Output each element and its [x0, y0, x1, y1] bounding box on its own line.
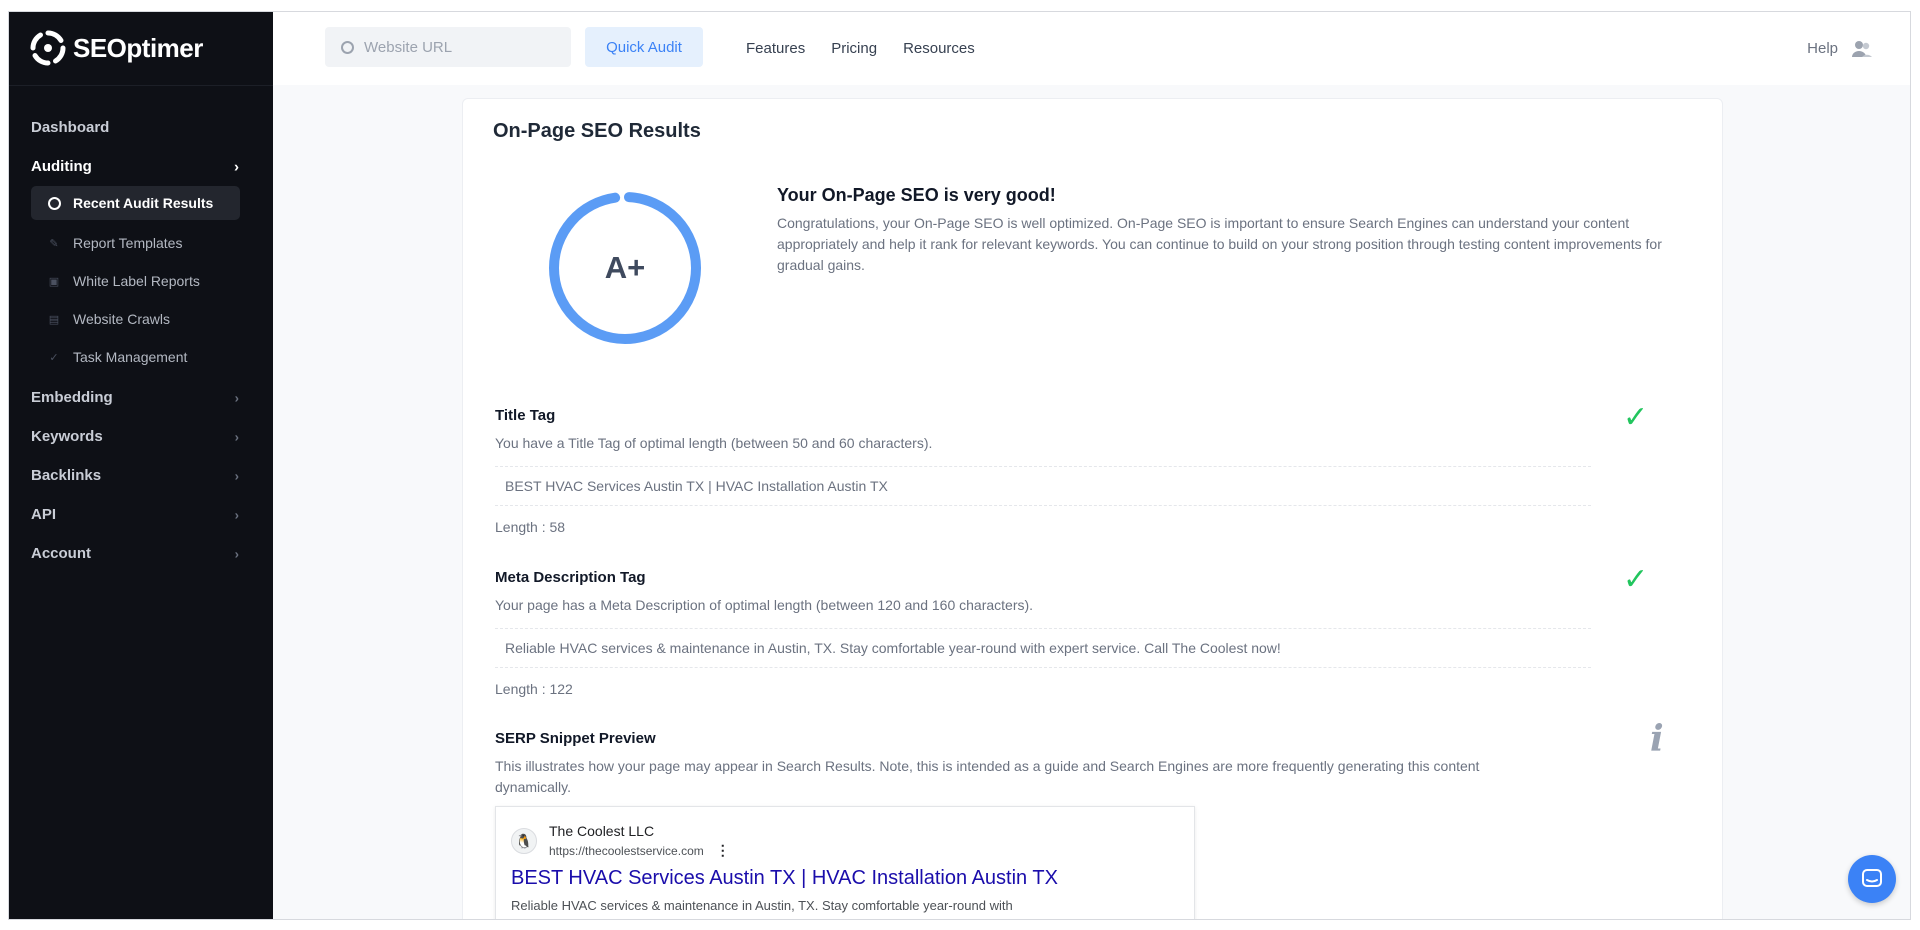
serp-site-name: The Coolest LLC [549, 823, 655, 839]
nav-link-features[interactable]: Features [746, 40, 805, 57]
chat-icon [1862, 869, 1882, 887]
check-icon: ✓ [49, 351, 59, 364]
serp-url: https://thecoolestservice.com [549, 843, 704, 858]
auditing-submenu: Recent Audit Results ✎ Report Templates … [9, 186, 273, 376]
sidebar-subitem-label: Task Management [73, 349, 188, 365]
serp-site-info: The Coolest LLC https://thecoolestservic… [549, 823, 730, 859]
brand-name: SEOptimer [73, 32, 203, 63]
chevron-right-icon: › [234, 468, 239, 483]
chevron-right-icon: › [234, 429, 239, 444]
chevron-right-icon: › [234, 390, 239, 405]
search-box [325, 27, 571, 67]
title-tag-section: Title Tag You have a Title Tag of optima… [495, 401, 1648, 535]
sidebar-item-account[interactable]: Account › [9, 534, 273, 573]
circle-icon [47, 196, 61, 210]
chevron-right-icon: › [234, 546, 239, 561]
top-bar: Quick Audit Features Pricing Resources H… [273, 12, 1910, 85]
sidebar-item-keywords[interactable]: Keywords › [9, 417, 273, 456]
serp-snippet: 🐧 The Coolest LLC https://thecoolestserv… [495, 806, 1195, 919]
serp-url-row: https://thecoolestservice.com ⋮ [549, 842, 730, 859]
meta-description-section: Meta Description Tag Your page has a Met… [495, 563, 1648, 697]
sidebar-item-label: Dashboard [31, 119, 110, 136]
sidebar-subitem-label: White Label Reports [73, 273, 200, 289]
sidebar-item-api[interactable]: API › [9, 495, 273, 534]
on-page-seo-card: On-Page SEO Results A+ Your On-Page SEO … [462, 98, 1723, 919]
sidebar: SEOptimer Dashboard Auditing › Recent Au… [9, 12, 273, 919]
sidebar-subitem-report-templates[interactable]: ✎ Report Templates [31, 224, 240, 262]
sidebar-item-label: Keywords [31, 428, 103, 445]
penguin-favicon-icon: 🐧 [511, 828, 537, 854]
nav-link-resources[interactable]: Resources [903, 40, 975, 57]
serp-title: BEST HVAC Services Austin TX | HVAC Inst… [511, 867, 1058, 889]
serp-preview-section: SERP Snippet Preview This illustrates ho… [495, 718, 1664, 798]
user-icon[interactable] [1852, 40, 1872, 58]
title-tag-value: BEST HVAC Services Austin TX | HVAC Inst… [495, 466, 1591, 506]
title-tag-length: Length : 58 [495, 519, 566, 535]
sidebar-nav: Dashboard Auditing › Recent Audit Result… [9, 108, 273, 573]
page-title: On-Page SEO Results [493, 120, 701, 142]
help-link[interactable]: Help [1807, 40, 1838, 57]
title-tag-description: You have a Title Tag of optimal length (… [495, 435, 933, 451]
sidebar-subitem-website-crawls[interactable]: ▤ Website Crawls [31, 300, 240, 338]
sidebar-subitem-white-label-reports[interactable]: ▣ White Label Reports [31, 262, 240, 300]
success-check-icon: ✓ [1623, 563, 1649, 596]
serp-header: 🐧 The Coolest LLC https://thecoolestserv… [511, 823, 1179, 859]
serp-preview-description: This illustrates how your page may appea… [495, 758, 1480, 795]
grade-value: A+ [604, 250, 646, 285]
search-doc-icon: ▤ [48, 313, 60, 326]
meta-description-value: Reliable HVAC services & maintenance in … [495, 628, 1591, 668]
sidebar-item-label: Account [31, 545, 91, 562]
pencil-icon: ✎ [49, 237, 59, 250]
logo[interactable]: SEOptimer [29, 26, 203, 70]
meta-description-length: Length : 122 [495, 681, 573, 697]
summary: Your On-Page SEO is very good! Congratul… [777, 185, 1697, 276]
meta-description-heading: Meta Description Tag [495, 569, 646, 586]
chat-button[interactable] [1848, 855, 1896, 903]
logo-icon [30, 30, 66, 66]
meta-description-description: Your page has a Meta Description of opti… [495, 597, 1034, 613]
sidebar-divider [9, 85, 273, 86]
sidebar-item-label: Backlinks [31, 467, 102, 484]
nav-link-pricing[interactable]: Pricing [831, 40, 877, 57]
search-icon [341, 40, 354, 54]
grade-ring: A+ [547, 190, 703, 346]
info-icon: i [1650, 718, 1664, 760]
summary-text: Congratulations, your On-Page SEO is wel… [777, 215, 1662, 273]
sidebar-item-backlinks[interactable]: Backlinks › [9, 456, 273, 495]
sidebar-item-label: Auditing [31, 158, 92, 175]
document-icon: ▣ [48, 275, 60, 288]
more-vert-icon: ⋮ [715, 842, 730, 858]
sidebar-item-auditing[interactable]: Auditing › [9, 147, 273, 186]
sidebar-subitem-label: Report Templates [73, 235, 183, 251]
chevron-right-icon: › [234, 507, 239, 522]
sidebar-subitem-label: Website Crawls [73, 311, 170, 327]
sidebar-subitem-task-management[interactable]: ✓ Task Management [31, 338, 240, 376]
serp-snippet-text: Reliable HVAC services & maintenance in … [511, 898, 1013, 913]
chevron-right-icon: › [234, 158, 239, 175]
sidebar-item-dashboard[interactable]: Dashboard [9, 108, 273, 147]
website-url-input[interactable] [364, 38, 554, 56]
success-check-icon: ✓ [1623, 401, 1649, 434]
sidebar-item-label: Embedding [31, 389, 113, 406]
sidebar-subitem-recent-audit-results[interactable]: Recent Audit Results [31, 186, 240, 220]
sidebar-item-embedding[interactable]: Embedding › [9, 378, 273, 417]
quick-audit-button[interactable]: Quick Audit [585, 27, 703, 67]
summary-heading: Your On-Page SEO is very good! [777, 185, 1056, 205]
serp-preview-heading: SERP Snippet Preview [495, 730, 656, 747]
sidebar-subitem-label: Recent Audit Results [73, 195, 214, 211]
sidebar-item-label: API [31, 506, 57, 523]
app-window: SEOptimer Dashboard Auditing › Recent Au… [8, 11, 1911, 920]
title-tag-heading: Title Tag [495, 407, 556, 424]
top-nav: Features Pricing Resources [746, 12, 975, 85]
